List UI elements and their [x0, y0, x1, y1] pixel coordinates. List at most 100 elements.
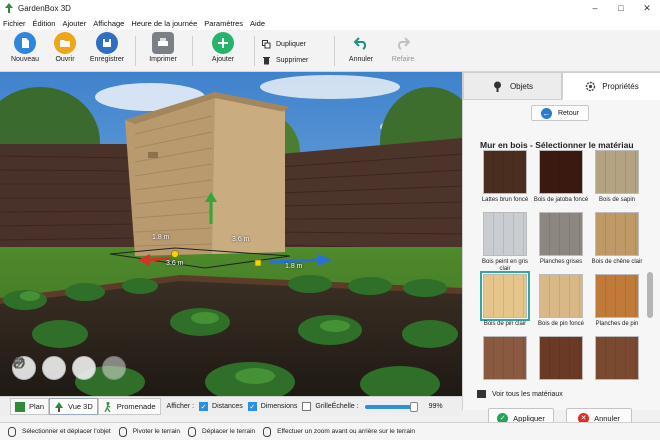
- plan-icon: [15, 401, 25, 412]
- plan-view-button[interactable]: Plan: [10, 398, 50, 415]
- material-thumbnail: [483, 336, 527, 380]
- pan-tool-button[interactable]: [14, 356, 66, 380]
- material-swatch[interactable]: Bois de chêne clair: [592, 212, 642, 266]
- mouse-icon: [263, 426, 272, 437]
- material-grid: Lattes brun foncé Bois de jatoba foncé Boi…: [477, 150, 645, 386]
- mouse-icon: [188, 426, 197, 437]
- scrollbar[interactable]: [647, 162, 653, 386]
- duplicate-icon: [262, 39, 271, 48]
- material-swatch[interactable]: Lattes brun foncé: [482, 150, 528, 204]
- window-title: GardenBox 3D: [18, 3, 71, 13]
- grid-checkbox[interactable]: Grille: [302, 402, 332, 411]
- height-tool-button[interactable]: [16, 356, 126, 380]
- 3d-view-button[interactable]: Vue 3D: [49, 398, 98, 415]
- material-name: Planches de pin: [595, 321, 639, 327]
- material-thumbnail: [539, 336, 583, 380]
- menu-help[interactable]: Aide: [250, 19, 265, 28]
- height-icon: [16, 357, 22, 369]
- material-swatch[interactable]: Bois de jatoba foncé: [534, 150, 588, 204]
- material-name: Bois de pin clair: [483, 321, 527, 327]
- material-thumbnail: [483, 150, 527, 194]
- minimize-icon[interactable]: –: [582, 0, 608, 16]
- material-name: Bois de pin foncé: [537, 321, 585, 327]
- tab-objects[interactable]: Objets: [463, 72, 562, 100]
- gear-icon: [584, 80, 596, 92]
- material-swatch[interactable]: Bois de sapin: [595, 150, 639, 204]
- material-swatch[interactable]: [539, 336, 583, 383]
- toolbar: Nouveau Ouvrir Enregistrer Imprimer Ajou…: [0, 30, 660, 72]
- redo-button[interactable]: Refaire: [378, 32, 428, 70]
- objects-icon: [492, 80, 504, 92]
- add-button[interactable]: Ajouter: [198, 32, 248, 70]
- new-file-icon: [14, 32, 36, 54]
- undo-icon: [350, 32, 372, 54]
- status-rotate-hint: Pivoter le terrain: [118, 426, 180, 437]
- plus-icon: [212, 32, 234, 54]
- menu-settings[interactable]: Paramètres: [204, 19, 243, 28]
- checkbox-checked-icon: ✓: [247, 402, 257, 411]
- measure-tool-button[interactable]: [13, 356, 96, 380]
- material-thumbnail: [595, 274, 639, 318]
- back-button[interactable]: ← Retour: [531, 105, 589, 121]
- material-swatch[interactable]: Bois peint en gris clair: [482, 212, 528, 273]
- mouse-icon: [8, 426, 16, 437]
- measure-label: 1.8 m: [285, 263, 303, 270]
- material-name: Planches grises: [539, 259, 583, 265]
- floppy-disk-icon: [96, 32, 118, 54]
- title-bar: GardenBox 3D – □ ✕: [0, 0, 660, 16]
- checkbox-checked-icon: ✓: [199, 402, 209, 411]
- menu-bar: Fichier Édition Ajouter Affichage Heure …: [0, 16, 660, 30]
- distances-checkbox[interactable]: ✓ Distances: [199, 402, 243, 411]
- library-icon: [477, 390, 486, 398]
- arrow-left-icon: ←: [540, 107, 552, 119]
- material-swatch[interactable]: [483, 336, 527, 383]
- material-thumbnail: [483, 212, 527, 256]
- checkbox-unchecked-icon: [302, 402, 312, 411]
- tree-icon: [54, 401, 64, 412]
- menu-edit[interactable]: Édition: [33, 19, 56, 28]
- material-swatch[interactable]: Planches grises: [539, 212, 583, 266]
- menu-view[interactable]: Affichage: [93, 19, 124, 28]
- material-thumbnail: [539, 150, 583, 194]
- dimensions-checkbox[interactable]: ✓ Dimensions: [247, 402, 297, 411]
- slider-knob[interactable]: [409, 401, 418, 412]
- material-name: Bois peint en gris clair: [481, 259, 529, 272]
- delete-button[interactable]: Supprimer: [262, 54, 308, 66]
- printer-icon: [152, 32, 174, 54]
- print-button[interactable]: Imprimer: [138, 32, 188, 70]
- menu-time-of-day[interactable]: Heure de la journée: [131, 19, 197, 28]
- maximize-icon[interactable]: □: [608, 0, 634, 16]
- measure-label: 1.8 m: [152, 234, 170, 241]
- measure-label: 3.6 m: [166, 260, 184, 267]
- material-swatch[interactable]: [595, 336, 639, 383]
- close-icon[interactable]: ✕: [634, 0, 660, 16]
- 3d-viewport[interactable]: 1.8 m 3.6 m 3.6 m 1.8 m: [0, 72, 462, 396]
- status-move-hint: Déplacer le terrain: [188, 426, 255, 437]
- material-name: Lattes brun foncé: [481, 197, 529, 203]
- mouse-icon: [118, 426, 127, 437]
- material-swatch[interactable]: Bois de pin clair: [480, 271, 530, 328]
- trash-icon: [263, 56, 270, 64]
- scrollbar-thumb[interactable]: [647, 272, 653, 318]
- properties-panel: Objets Propriétés ← Retour Mur en bois -…: [462, 72, 660, 410]
- scale-slider[interactable]: [364, 401, 418, 412]
- material-swatch[interactable]: Bois de pin foncé: [538, 274, 584, 328]
- menu-file[interactable]: Fichier: [3, 19, 26, 28]
- material-thumbnail: [595, 212, 639, 256]
- duplicate-button[interactable]: Dupliquer: [262, 38, 306, 50]
- folder-icon: [54, 32, 76, 54]
- material-name: Bois de sapin: [598, 197, 636, 203]
- measure-label: 3.6 m: [232, 236, 250, 243]
- menu-add[interactable]: Ajouter: [62, 19, 86, 28]
- see-all-materials-link[interactable]: Voir tous les matériaux: [477, 390, 563, 398]
- walk-icon: [103, 401, 113, 412]
- material-thumbnail: [595, 150, 639, 194]
- material-thumbnail: [539, 274, 583, 318]
- scale-label: Échelle :: [331, 403, 359, 410]
- tab-properties[interactable]: Propriétés: [562, 72, 660, 100]
- material-swatch[interactable]: Planches de pin: [595, 274, 639, 328]
- save-button[interactable]: Enregistrer: [82, 32, 132, 70]
- material-name: Bois de chêne clair: [591, 259, 643, 265]
- app-logo-icon: [5, 3, 13, 13]
- walk-view-button[interactable]: Promenade: [97, 398, 161, 415]
